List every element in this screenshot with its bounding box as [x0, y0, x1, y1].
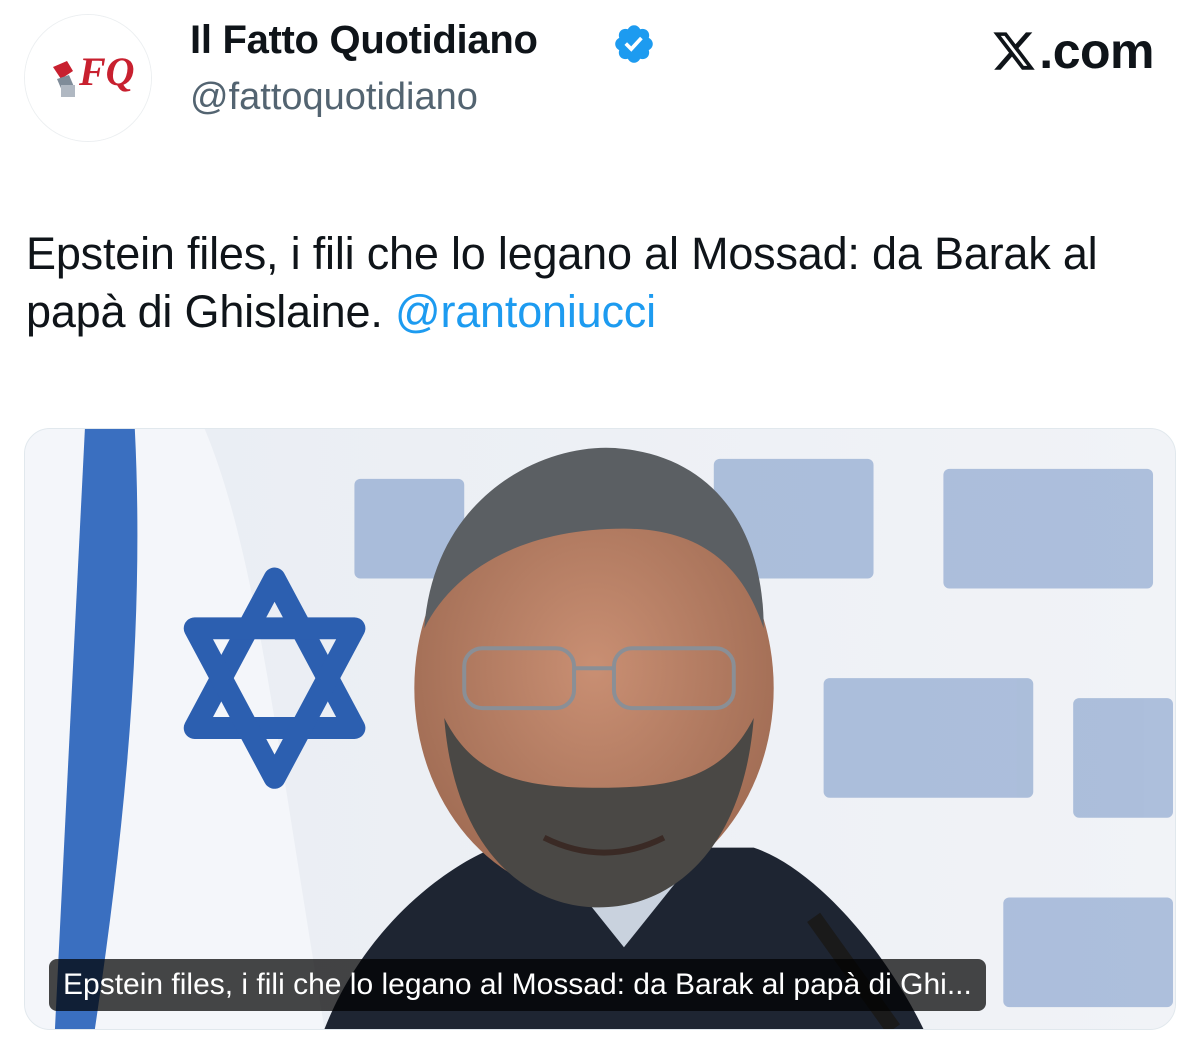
tweet-text: Epstein files, i fili che lo legano al M… [26, 225, 1166, 341]
brand-text: .com [1039, 23, 1154, 79]
tweet-media[interactable]: Epstein files, i fili che lo legano al M… [24, 428, 1176, 1030]
verified-badge-icon [615, 25, 653, 63]
tweet-header: FQ Il Fatto Quotidiano @fattoquotidiano … [0, 0, 1200, 160]
avatar-letters: FQ [78, 49, 135, 94]
x-logo-icon [993, 32, 1036, 70]
user-handle[interactable]: @fattoquotidiano [190, 76, 478, 119]
x-brand: .com [991, 22, 1154, 80]
mention-link[interactable]: @rantoniucci [395, 286, 656, 337]
article-photo [25, 429, 1175, 1029]
avatar[interactable]: FQ [24, 14, 152, 142]
display-name[interactable]: Il Fatto Quotidiano [190, 18, 538, 63]
media-caption: Epstein files, i fili che lo legano al M… [49, 959, 986, 1011]
fq-logo-icon: FQ [25, 15, 151, 141]
